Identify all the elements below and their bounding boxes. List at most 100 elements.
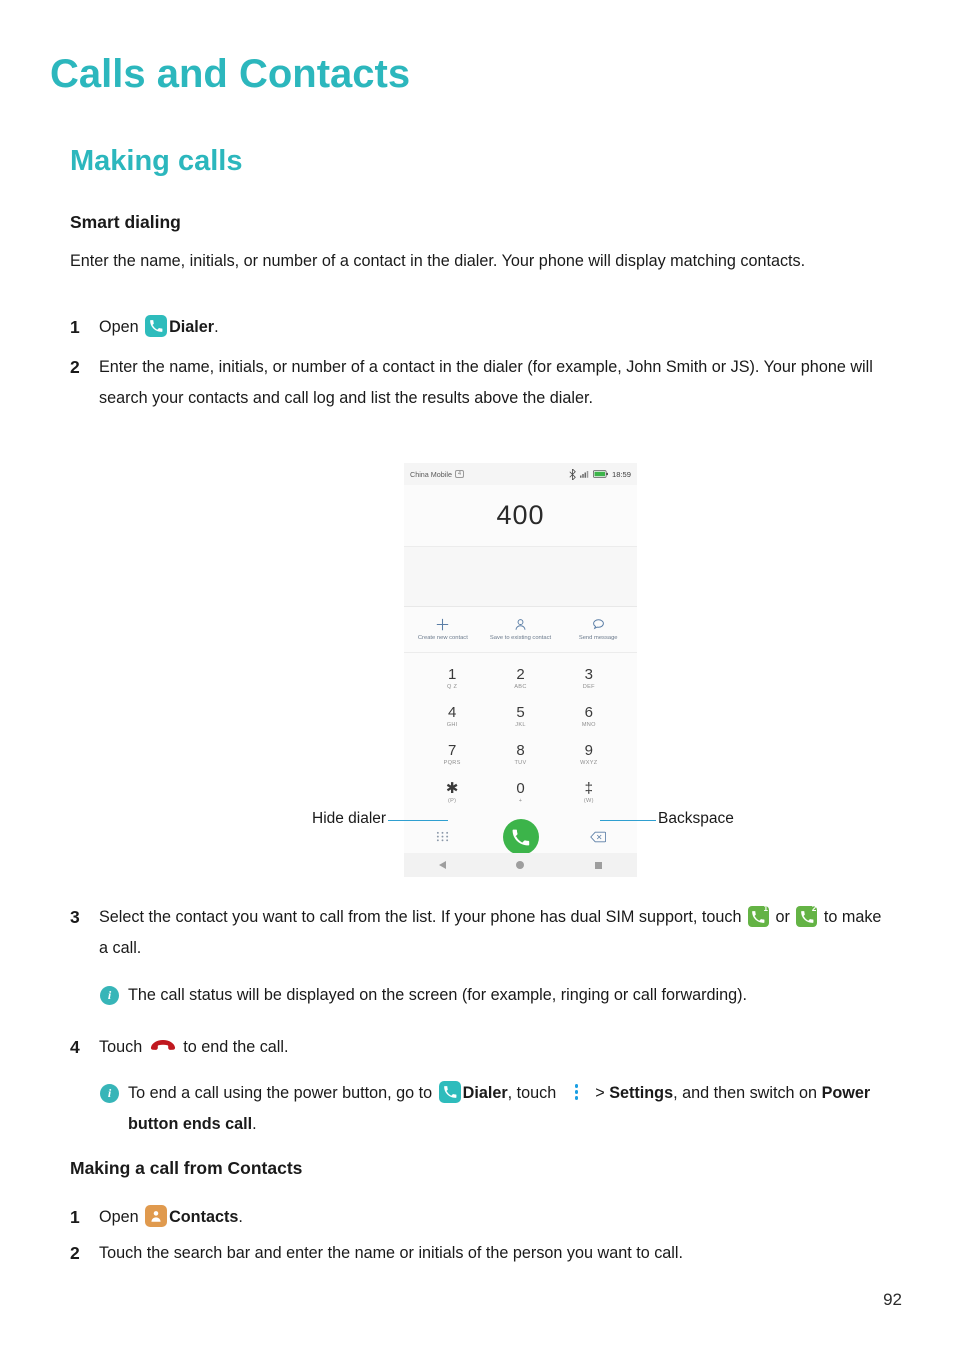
call-handset-icon [512, 829, 530, 845]
key-5[interactable]: 5 JKL [486, 697, 554, 735]
step-4-text-before: Touch [99, 1038, 147, 1056]
sim-number-badge: 1 [763, 904, 768, 913]
key-sub: DEF [582, 683, 595, 690]
key-digit: 4 [447, 703, 457, 721]
key-sub: ABC [514, 683, 527, 690]
key-9[interactable]: 9 WXYZ [555, 735, 623, 773]
overflow-menu-icon[interactable] [569, 1082, 585, 1102]
callout-backspace: Backspace [658, 810, 734, 827]
status-carrier: China Mobile [410, 469, 452, 479]
info-icon: i [100, 1084, 119, 1103]
signal-bars-icon [579, 471, 589, 478]
page-number: 92 [883, 1290, 902, 1309]
keypad-row: 4 GHI 5 JKL 6 MNO [418, 697, 623, 735]
step-number: 1 [70, 317, 80, 337]
step-number: 4 [70, 1037, 80, 1057]
settings-menu-label: Settings [609, 1084, 674, 1102]
key-star[interactable]: ✱ (P) [418, 773, 486, 811]
note-power-button-ends-call: i To end a call using the power button, … [100, 1078, 890, 1140]
key-4[interactable]: 4 GHI [418, 697, 486, 735]
call-button[interactable] [482, 819, 560, 855]
dialer-app-label: Dialer [462, 1084, 508, 1102]
dialed-number-area[interactable]: 400 [404, 485, 637, 547]
dialer-app-icon[interactable] [145, 315, 168, 337]
sim2-call-icon[interactable]: 2 [796, 905, 818, 927]
nav-back-icon[interactable] [439, 861, 447, 869]
handset-glyph [150, 320, 163, 332]
step-4-body: Touch to end the call. [99, 1032, 885, 1063]
keypad-dots-icon [437, 831, 449, 841]
keypad-row: 7 PQRS 8 TUV 9 WXYZ [418, 735, 623, 773]
contacts-step-1: 1 Open Contacts. [70, 1202, 885, 1233]
step-1-text-after: . [214, 318, 219, 336]
end-call-icon[interactable] [150, 1034, 176, 1050]
key-sub: + [518, 797, 523, 804]
key-sub: PQRS [443, 759, 461, 766]
note2-part5: . [252, 1115, 257, 1133]
action-label: Save to existing contact [489, 635, 552, 641]
key-digit: 7 [447, 741, 457, 759]
note2-part2: , touch [507, 1084, 561, 1102]
key-0[interactable]: 0 + [486, 773, 554, 811]
action-send-message[interactable]: Send message [559, 607, 637, 652]
dialed-number: 400 [496, 500, 545, 530]
key-sub: WXYZ [580, 759, 598, 766]
backspace-icon [590, 831, 607, 843]
key-sub: GHI [446, 721, 458, 728]
note2-part1: To end a call using the power button, go… [128, 1084, 437, 1102]
key-digit: 2 [516, 665, 525, 683]
action-save-to-existing-contact[interactable]: Save to existing contact [482, 607, 560, 652]
phone-screenshot: China Mobile 4 18:59 400 Create new cont… [404, 463, 637, 877]
key-sub: MNO [581, 721, 596, 728]
dialer-app-icon[interactable] [438, 1081, 461, 1103]
end-call-glyph [150, 1040, 175, 1050]
key-2[interactable]: 2 ABC [486, 659, 554, 697]
status-time: 18:59 [611, 469, 631, 479]
keypad-row: ✱ (P) 0 + ‡ (W) [418, 773, 623, 811]
step-3-text-before: Select the contact you want to call from… [99, 908, 746, 926]
key-8[interactable]: 8 TUV [486, 735, 554, 773]
key-digit: 1 [447, 665, 457, 683]
key-sub: TUV [514, 759, 527, 766]
battery-icon [592, 470, 608, 478]
note-text: To end a call using the power button, go… [128, 1078, 890, 1140]
key-6[interactable]: 6 MNO [555, 697, 623, 735]
key-digit: 8 [516, 741, 525, 759]
step-3: 3 Select the contact you want to call fr… [70, 902, 885, 964]
contacts-step-1-text-before: Open [99, 1208, 144, 1226]
key-hash[interactable]: ‡ (W) [555, 773, 623, 811]
nav-home-icon[interactable] [516, 861, 525, 869]
key-7[interactable]: 7 PQRS [418, 735, 486, 773]
note-text: The call status will be displayed on the… [128, 986, 748, 1004]
phone-status-bar: China Mobile 4 18:59 [404, 463, 637, 485]
step-1: 1 Open Dialer. [70, 312, 880, 343]
step-1-body: Open Dialer. [99, 312, 880, 343]
step-3-between: or [770, 908, 795, 926]
key-digit: 5 [516, 703, 525, 721]
contacts-step-2-text: Touch the search bar and enter the name … [99, 1244, 683, 1262]
note-call-status: i The call status will be displayed on t… [100, 980, 890, 1011]
hide-dialer-button[interactable] [404, 831, 482, 844]
key-sub: (W) [583, 797, 594, 804]
contacts-app-label: Contacts [169, 1208, 239, 1226]
contacts-app-icon[interactable] [145, 1205, 168, 1227]
key-1[interactable]: 1Q Z [418, 659, 486, 697]
contacts-step-1-body: Open Contacts. [99, 1202, 885, 1233]
step-4-text-after: to end the call. [178, 1038, 289, 1056]
key-3[interactable]: 3 DEF [555, 659, 623, 697]
action-create-new-contact[interactable]: Create new contact [404, 607, 482, 652]
key-digit: 9 [584, 741, 593, 759]
step-number: 2 [70, 357, 80, 377]
keypad-row: 1Q Z 2 ABC 3 DEF [418, 659, 623, 697]
key-digit: 0 [516, 779, 525, 797]
action-label: Create new contact [417, 635, 468, 641]
backspace-button[interactable] [559, 831, 637, 843]
sim1-call-icon[interactable]: 1 [747, 904, 769, 927]
intro-paragraph: Enter the name, initials, or number of a… [70, 252, 806, 270]
person-glyph [151, 1211, 161, 1222]
dialer-app-label: Dialer [169, 318, 215, 336]
status-icons: 18:59 [569, 468, 631, 480]
nav-recents-icon[interactable] [594, 861, 602, 869]
note2-part3: > [590, 1084, 610, 1102]
section-heading-making-calls: Making calls [70, 145, 243, 177]
